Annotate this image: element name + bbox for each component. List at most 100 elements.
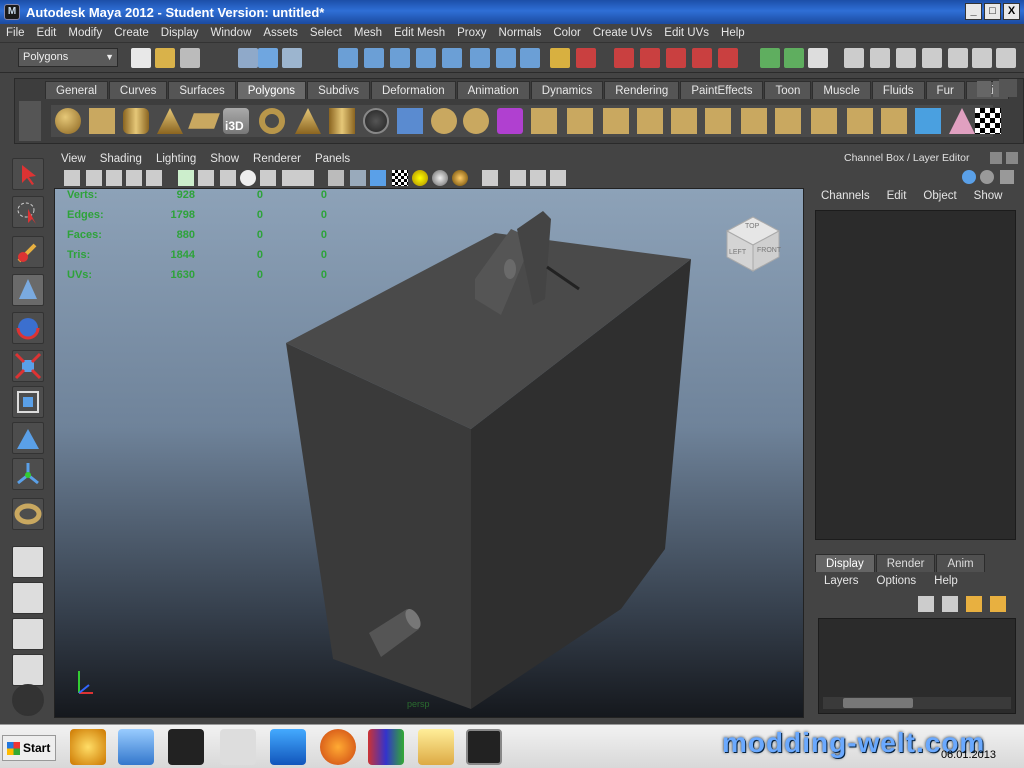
layer-list[interactable] (818, 618, 1016, 714)
cylindrical-mapping-icon[interactable] (915, 108, 941, 134)
menu-window[interactable]: Window (204, 27, 257, 39)
universal-manipulator-icon[interactable] (12, 386, 44, 418)
poly-cone-icon[interactable] (157, 108, 183, 134)
panel-menu-lighting[interactable]: Lighting (149, 153, 203, 165)
close-button[interactable]: X (1003, 3, 1020, 20)
channel-box-menu-show[interactable]: Show (965, 190, 1011, 208)
high-quality-icon[interactable] (452, 170, 468, 186)
channel-box-area[interactable] (815, 210, 1016, 540)
shelf-tab-fluids[interactable]: Fluids (871, 81, 925, 99)
taskbar-game-icon[interactable] (168, 729, 204, 765)
bevel-icon[interactable] (741, 108, 767, 134)
shelf-tab-fur[interactable]: Fur (925, 81, 965, 99)
layout-icon[interactable] (922, 48, 942, 68)
poly-helix-icon[interactable] (363, 108, 389, 134)
last-tool-icon[interactable] (12, 498, 44, 530)
winrar-icon[interactable] (368, 729, 404, 765)
separate-icon[interactable] (431, 108, 457, 134)
layer-menu-layers[interactable]: Layers (815, 575, 868, 591)
select-tool-icon[interactable] (12, 158, 44, 190)
menu-assets[interactable]: Assets (257, 27, 304, 39)
isolate-select-icon[interactable] (482, 170, 498, 186)
taskbar-maya-icon[interactable] (466, 729, 502, 765)
taskbar-editor-icon[interactable] (270, 729, 306, 765)
xray-components-icon[interactable] (550, 170, 566, 186)
channel-box-settings-icon[interactable] (1000, 170, 1014, 184)
menu-create[interactable]: Create (108, 27, 155, 39)
four-view-layout-icon[interactable] (12, 582, 44, 614)
show-manipulator-icon[interactable] (12, 458, 44, 490)
single-perspective-layout-icon[interactable] (12, 546, 44, 578)
use-all-lights-icon[interactable] (412, 170, 428, 186)
planar-mapping-icon[interactable] (881, 108, 907, 134)
panel-menu-view[interactable]: View (54, 153, 93, 165)
bridge-icon[interactable] (567, 108, 593, 134)
show-attribute-editor-icon[interactable] (784, 48, 804, 68)
safe-title-icon[interactable] (298, 170, 314, 186)
smooth-proxy-icon[interactable] (497, 108, 523, 134)
shelf-tab-rendering[interactable]: Rendering (604, 81, 680, 99)
menu-display[interactable]: Display (155, 27, 205, 39)
horizontal-scrollbar[interactable] (823, 697, 1011, 709)
scrollbar-thumb[interactable] (843, 698, 913, 708)
layer-menu-options[interactable]: Options (868, 575, 926, 591)
help-icon[interactable] (520, 48, 540, 68)
poly-cylinder-icon[interactable] (123, 108, 149, 134)
make-live-icon[interactable] (442, 48, 462, 68)
shelf-tab-dynamics[interactable]: Dynamics (530, 81, 604, 99)
trash-icon[interactable] (999, 79, 1017, 97)
sculpt-icon[interactable] (847, 108, 873, 134)
safe-action-icon[interactable] (282, 170, 298, 186)
render-view-icon[interactable] (972, 48, 992, 68)
textured-icon[interactable] (392, 170, 408, 186)
tool-settings-icon[interactable] (808, 48, 828, 68)
grease-pencil-icon[interactable] (146, 170, 162, 186)
poly-torus-icon[interactable] (259, 108, 285, 134)
xray-icon[interactable] (510, 170, 526, 186)
menu-normals[interactable]: Normals (493, 27, 548, 39)
move-tool-icon[interactable] (12, 274, 44, 306)
layer-menu-help[interactable]: Help (925, 575, 967, 591)
combine-icon[interactable] (397, 108, 423, 134)
i3d-icon[interactable]: i3D (223, 108, 249, 134)
outliner-layout-icon[interactable] (12, 618, 44, 650)
shelf-tab-polygons[interactable]: Polygons (236, 81, 307, 99)
hypershade-icon[interactable] (692, 48, 712, 68)
graph-editor-icon[interactable] (896, 48, 916, 68)
poly-plane-icon[interactable] (188, 113, 220, 129)
script-editor-icon[interactable] (948, 48, 968, 68)
smooth-shade-icon[interactable] (350, 170, 366, 186)
taskbar-drive-icon[interactable] (220, 729, 256, 765)
shelf-tab-muscle[interactable]: Muscle (812, 81, 871, 99)
save-scene-icon[interactable] (180, 48, 200, 68)
shelf-tab-toon[interactable]: Toon (764, 81, 812, 99)
channel-box-menu-channels[interactable]: Channels (812, 190, 878, 208)
shelf-tab-subdivs[interactable]: Subdivs (307, 81, 370, 99)
menu-edit[interactable]: Edit (31, 27, 63, 39)
shelf-tab-deformation[interactable]: Deformation (370, 81, 456, 99)
snap-curve-icon[interactable] (364, 48, 384, 68)
shelf-tab-surfaces[interactable]: Surfaces (168, 81, 236, 99)
firefox-icon[interactable] (320, 729, 356, 765)
smooth-icon[interactable] (463, 108, 489, 134)
wireframe-icon[interactable] (328, 170, 344, 186)
snap-plane-icon[interactable] (416, 48, 436, 68)
magnet-icon[interactable] (718, 48, 738, 68)
shelf-tab-animation[interactable]: Animation (456, 81, 530, 99)
split-polygon-icon[interactable] (637, 108, 663, 134)
grid-icon[interactable] (178, 170, 194, 186)
menu-file[interactable]: File (0, 27, 31, 39)
shelf-tab-general[interactable]: General (45, 81, 108, 99)
history-icon[interactable] (496, 48, 516, 68)
ipr-render-icon[interactable] (640, 48, 660, 68)
channel-box-menu-edit[interactable]: Edit (878, 190, 915, 208)
menu-select[interactable]: Select (304, 27, 348, 39)
panel-menu-show[interactable]: Show (203, 153, 246, 165)
render-settings-icon[interactable] (666, 48, 686, 68)
poly-pyramid-icon[interactable] (295, 108, 321, 134)
graph-layout-icon[interactable] (12, 654, 44, 686)
view-cube[interactable]: TOP LEFT FRONT (719, 209, 785, 275)
start-button[interactable]: Start (2, 735, 56, 761)
select-object-icon[interactable] (258, 48, 278, 68)
extrude-icon[interactable] (531, 108, 557, 134)
